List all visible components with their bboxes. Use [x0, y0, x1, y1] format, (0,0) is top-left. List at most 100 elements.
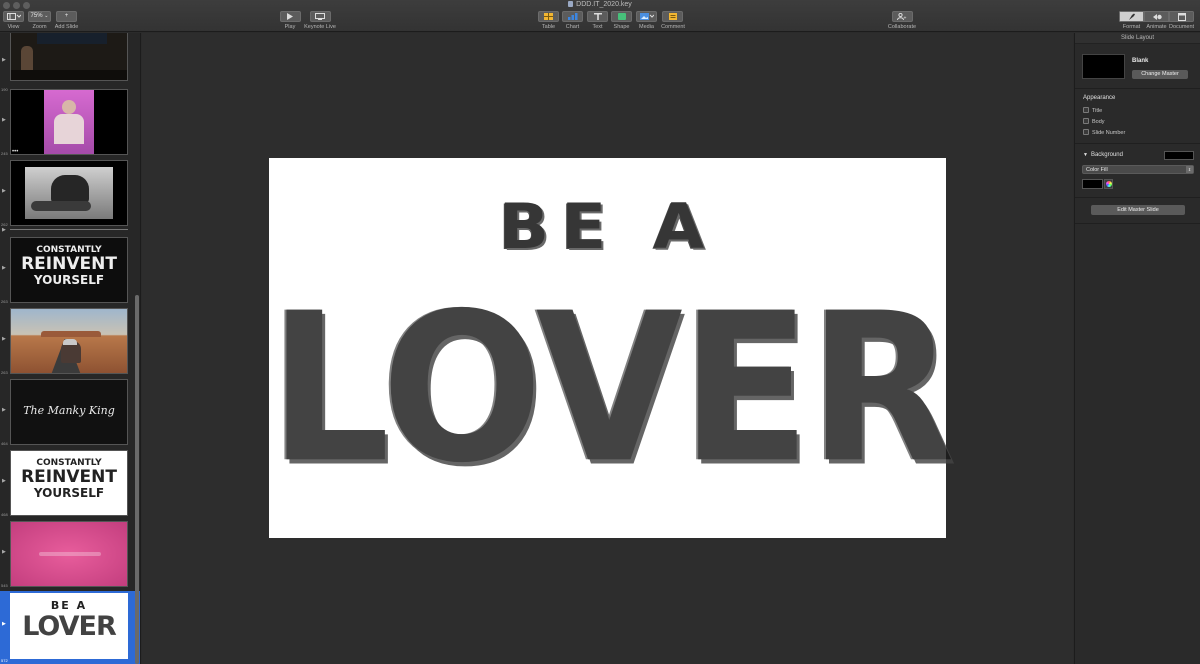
text-box-icon — [593, 13, 602, 20]
edit-master-slide-button[interactable]: Edit Master Slide — [1091, 205, 1185, 215]
document-icon — [1178, 13, 1186, 21]
current-slide[interactable]: BE A LOVER — [269, 158, 955, 538]
disclosure-triangle-icon[interactable]: ▶ — [2, 478, 6, 484]
slide-thumbnail[interactable] — [10, 521, 128, 587]
play-button[interactable] — [279, 11, 301, 22]
comment-control[interactable]: Comment — [660, 11, 686, 30]
disclosure-triangle-icon[interactable]: ▶ — [2, 227, 6, 233]
slide-text-be-a[interactable]: BE A — [269, 190, 946, 263]
text-control[interactable]: Text — [587, 11, 608, 30]
table-button[interactable] — [538, 11, 559, 22]
slide-thumbnail[interactable]: BE A LOVER — [10, 593, 128, 659]
shape-button[interactable] — [611, 11, 632, 22]
disclosure-triangle-icon[interactable]: ▶ — [2, 57, 6, 63]
collaborate-button[interactable]: + — [891, 11, 913, 22]
media-control[interactable]: Media — [636, 11, 657, 30]
view-control[interactable]: View — [3, 11, 24, 30]
group-separator — [10, 229, 128, 230]
master-name: Blank — [1132, 58, 1149, 64]
disclosure-triangle-icon[interactable]: ▼ — [1083, 152, 1088, 158]
color-wheel-icon — [1106, 181, 1112, 187]
checkbox-box[interactable] — [1083, 129, 1089, 135]
play-control[interactable]: Play — [279, 11, 301, 30]
zoom-control[interactable]: 75% ⌄ Zoom — [28, 11, 51, 30]
zoom-select[interactable]: 75% ⌄ — [28, 11, 51, 22]
section-divider — [1075, 197, 1200, 198]
slide-thumbnail-row[interactable]: ▶ 190 — [0, 33, 140, 92]
slide-thumbnail-row[interactable]: ▶ The Manky King 464 — [0, 377, 140, 447]
paintbrush-icon — [1129, 13, 1135, 20]
checkbox-box[interactable] — [1083, 118, 1089, 124]
document-icon — [568, 1, 574, 7]
slide-thumbnail[interactable] — [10, 89, 128, 155]
master-slide-thumbnail[interactable] — [1082, 54, 1125, 79]
slide-thumbnail[interactable] — [10, 160, 128, 226]
text-button[interactable] — [587, 11, 608, 22]
slide-thumbnail[interactable] — [10, 33, 128, 81]
disclosure-triangle-icon[interactable]: ▶ — [2, 621, 6, 627]
change-master-button[interactable]: Change Master — [1132, 70, 1188, 79]
navigator-scrollbar[interactable] — [135, 295, 139, 664]
format-tab[interactable] — [1119, 11, 1144, 22]
background-color-swatch[interactable] — [1164, 151, 1194, 160]
collaborate-control[interactable]: + Collaborate — [886, 11, 918, 30]
slide-thumbnail-row[interactable]: ▶ CONSTANTLY REINVENT YOURSELF 468 — [0, 448, 140, 518]
window-title: DDD.IT_2020.key — [0, 1, 1200, 8]
animate-icon — [1153, 14, 1162, 20]
chart-control[interactable]: Chart — [562, 11, 583, 30]
disclosure-triangle-icon[interactable]: ▶ — [2, 407, 6, 413]
format-inspector: Slide Layout Blank Change Master Appeara… — [1074, 33, 1200, 664]
slide-thumbnail-row[interactable]: ▶ 545 — [0, 519, 140, 589]
slide-thumbnail[interactable]: The Manky King — [10, 379, 128, 445]
disclosure-triangle-icon[interactable]: ▶ — [2, 336, 6, 342]
comment-button[interactable] — [662, 11, 683, 22]
slide-thumbnail-row[interactable]: ▶ CONSTANTLY REINVENT YOURSELF 263 — [0, 235, 140, 305]
add-slide-control[interactable]: + Add Slide — [54, 11, 79, 30]
background-title[interactable]: ▼ Background — [1083, 152, 1123, 158]
slide-thumbnail-row[interactable]: ▶ 245 ••• — [0, 87, 140, 157]
body-checkbox[interactable]: Body — [1083, 118, 1105, 125]
display-icon — [315, 13, 325, 20]
slide-text-lover[interactable]: LOVER — [269, 286, 955, 491]
keynote-live-button[interactable] — [309, 11, 331, 22]
view-button[interactable] — [3, 11, 24, 22]
slide-thumbnail[interactable]: CONSTANTLY REINVENT YOURSELF — [10, 450, 128, 516]
slide-navigator[interactable]: ▶ 190 ▶ 245 ••• ▶ 262 ▶ ▶ CONSTANTLY REI… — [0, 33, 141, 664]
disclosure-triangle-icon[interactable]: ▶ — [2, 549, 6, 555]
animate-tab[interactable] — [1144, 11, 1169, 22]
minimize-window-button[interactable] — [13, 2, 20, 9]
add-slide-button[interactable]: + — [56, 11, 77, 22]
slide-thumbnail[interactable] — [10, 308, 128, 374]
color-wheel-button[interactable] — [1104, 179, 1113, 189]
fill-type-select[interactable]: Color Fill ⇕ — [1082, 165, 1194, 174]
shape-icon — [617, 13, 626, 20]
document-tab[interactable] — [1169, 11, 1194, 22]
chart-button[interactable] — [562, 11, 583, 22]
zoom-window-button[interactable] — [23, 2, 30, 9]
slide-number-checkbox[interactable]: Slide Number — [1083, 129, 1125, 136]
slide-thumbnail[interactable]: CONSTANTLY REINVENT YOURSELF — [10, 237, 128, 303]
media-button[interactable] — [636, 11, 657, 22]
table-icon — [544, 13, 553, 20]
slide-thumbnail-row-selected[interactable]: ▶ BE A LOVER 572 — [0, 591, 140, 664]
shape-control[interactable]: Shape — [611, 11, 632, 30]
keynote-live-control[interactable]: Keynote Live — [304, 11, 336, 30]
table-control[interactable]: Table — [538, 11, 559, 30]
checkbox-box[interactable] — [1083, 107, 1089, 113]
section-divider — [1075, 143, 1200, 144]
title-checkbox[interactable]: Title — [1083, 107, 1102, 114]
inspector-tabs — [1119, 11, 1194, 22]
slide-thumbnail-row[interactable]: ▶ 262 — [0, 158, 140, 228]
sidebar-layout-icon — [6, 13, 21, 20]
slide-canvas[interactable]: BE A LOVER — [142, 33, 1073, 664]
slide-thumbnail-row[interactable]: ▶ 263 — [0, 306, 140, 376]
toolbar: DDD.IT_2020.key View 75% ⌄ Zoom + Add Sl… — [0, 0, 1200, 32]
section-divider — [1075, 88, 1200, 89]
fill-color-well[interactable] — [1082, 179, 1103, 189]
close-window-button[interactable] — [3, 2, 10, 9]
inspector-header: Slide Layout — [1075, 33, 1200, 44]
disclosure-triangle-icon[interactable]: ▶ — [2, 117, 6, 123]
disclosure-triangle-icon[interactable]: ▶ — [2, 188, 6, 194]
disclosure-triangle-icon[interactable]: ▶ — [2, 265, 6, 271]
chevron-down-icon: ⌄ — [44, 13, 49, 19]
